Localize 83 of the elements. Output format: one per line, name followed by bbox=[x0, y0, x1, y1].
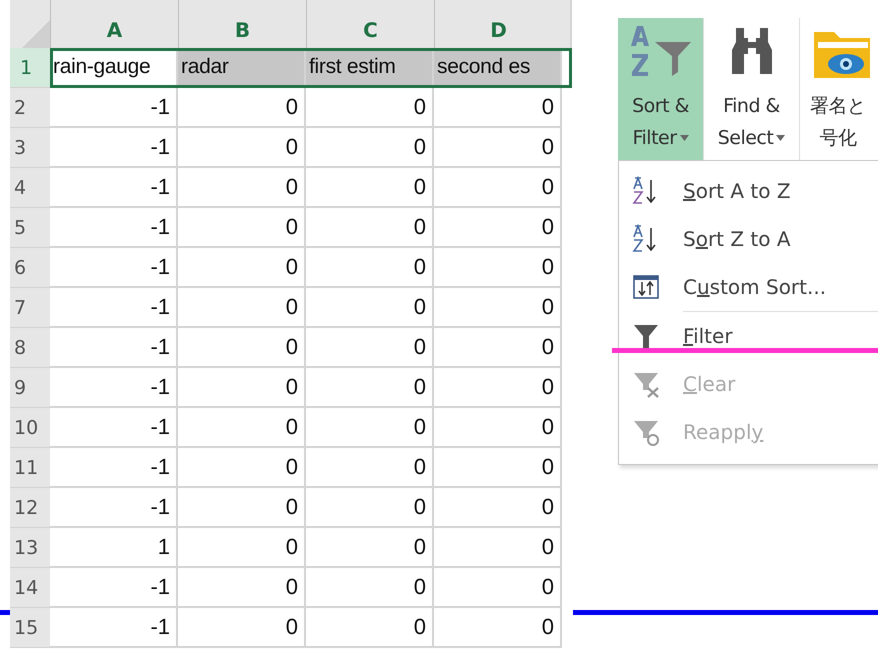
table-cell: -1 bbox=[50, 208, 178, 248]
table-cell: 0 bbox=[306, 528, 434, 568]
table-cell: 0 bbox=[306, 488, 434, 528]
table-cell: 0 bbox=[306, 448, 434, 488]
row-header[interactable]: 3 bbox=[10, 128, 50, 168]
row-header[interactable]: 1 bbox=[10, 48, 50, 88]
menu-item[interactable]: Sort A to Z bbox=[619, 167, 878, 215]
custom-sort-icon bbox=[631, 272, 661, 302]
table-cell: 0 bbox=[434, 248, 562, 288]
row-header[interactable]: 11 bbox=[10, 448, 50, 488]
table-cell: 0 bbox=[434, 568, 562, 608]
row-header[interactable]: 9 bbox=[10, 368, 50, 408]
table-cell: -1 bbox=[50, 328, 178, 368]
table-cell: 0 bbox=[178, 288, 306, 328]
row-header[interactable]: 8 bbox=[10, 328, 50, 368]
column-header[interactable]: D bbox=[434, 0, 562, 48]
table-cell: 0 bbox=[178, 88, 306, 128]
table-cell: 0 bbox=[178, 168, 306, 208]
table-cell: 0 bbox=[178, 408, 306, 448]
row-header[interactable]: 5 bbox=[10, 208, 50, 248]
table-cell: 0 bbox=[434, 88, 562, 128]
row-header[interactable]: 13 bbox=[10, 528, 50, 568]
table-cell: 1 bbox=[50, 528, 178, 568]
table-cell: -1 bbox=[50, 448, 178, 488]
table-cell: 0 bbox=[306, 568, 434, 608]
row-header[interactable]: 15 bbox=[10, 608, 50, 648]
table-cell: 0 bbox=[178, 208, 306, 248]
column-header[interactable]: A bbox=[50, 0, 178, 48]
table-cell: 0 bbox=[178, 128, 306, 168]
menu-item[interactable]: Filter bbox=[619, 312, 878, 360]
table-cell: 0 bbox=[434, 208, 562, 248]
table-cell: 0 bbox=[434, 368, 562, 408]
column-header[interactable]: B bbox=[178, 0, 306, 48]
table-cell: 0 bbox=[306, 208, 434, 248]
table-cell: -1 bbox=[50, 608, 178, 648]
table-cell: -1 bbox=[50, 408, 178, 448]
row-header[interactable]: 14 bbox=[10, 568, 50, 608]
table-cell: 0 bbox=[434, 328, 562, 368]
ribbon-button[interactable]: Find & Select bbox=[704, 18, 800, 160]
table-cell: 0 bbox=[178, 248, 306, 288]
table-cell: 0 bbox=[178, 488, 306, 528]
table-cell: 0 bbox=[306, 248, 434, 288]
table-cell: 0 bbox=[306, 408, 434, 448]
table-cell: 0 bbox=[434, 288, 562, 328]
table-cell: -1 bbox=[50, 168, 178, 208]
column-header[interactable]: C bbox=[306, 0, 434, 48]
table-cell: 0 bbox=[178, 368, 306, 408]
table-cell: -1 bbox=[50, 568, 178, 608]
row-header[interactable]: 10 bbox=[10, 408, 50, 448]
table-cell: 0 bbox=[306, 328, 434, 368]
table-cell: 0 bbox=[178, 448, 306, 488]
ribbon-button[interactable]: Sort & Filter bbox=[618, 18, 704, 160]
row-header[interactable]: 12 bbox=[10, 488, 50, 528]
table-cell: -1 bbox=[50, 368, 178, 408]
table-cell: -1 bbox=[50, 288, 178, 328]
menu-item[interactable]: Sort Z to A bbox=[619, 215, 878, 263]
table-cell: 0 bbox=[178, 568, 306, 608]
table-cell: 0 bbox=[306, 128, 434, 168]
table-cell: 0 bbox=[434, 168, 562, 208]
table-cell: 0 bbox=[434, 448, 562, 488]
table-cell: 0 bbox=[178, 608, 306, 648]
table-cell: 0 bbox=[434, 608, 562, 648]
ribbon-button[interactable]: 署名と 号化 bbox=[800, 18, 878, 160]
table-cell: -1 bbox=[50, 488, 178, 528]
table-cell: 0 bbox=[306, 168, 434, 208]
table-cell: 0 bbox=[306, 288, 434, 328]
row-header[interactable]: 6 bbox=[10, 248, 50, 288]
row-header[interactable]: 4 bbox=[10, 168, 50, 208]
table-cell: 0 bbox=[178, 528, 306, 568]
table-cell: 0 bbox=[434, 488, 562, 528]
table-cell: 0 bbox=[434, 528, 562, 568]
table-cell: 0 bbox=[178, 328, 306, 368]
table-cell: -1 bbox=[50, 128, 178, 168]
table-cell: 0 bbox=[306, 88, 434, 128]
row-header[interactable]: 7 bbox=[10, 288, 50, 328]
table-cell: -1 bbox=[50, 248, 178, 288]
table-cell: 0 bbox=[434, 128, 562, 168]
menu-item[interactable]: Custom Sort... bbox=[619, 263, 878, 311]
table-cell: 0 bbox=[306, 368, 434, 408]
table-cell: -1 bbox=[50, 88, 178, 128]
table-cell: 0 bbox=[306, 608, 434, 648]
row-header[interactable]: 2 bbox=[10, 88, 50, 128]
table-cell: 0 bbox=[434, 408, 562, 448]
